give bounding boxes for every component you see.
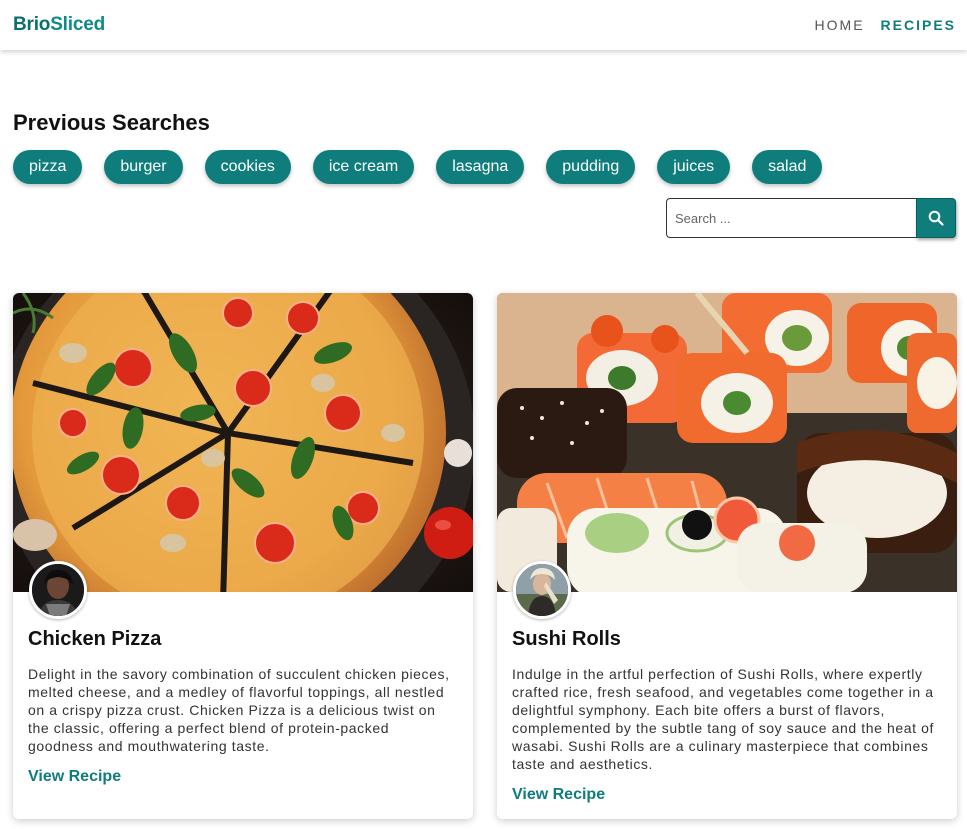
recipe-image-pizza — [13, 293, 473, 592]
recipe-title: Chicken Pizza — [28, 628, 162, 650]
previous-searches-title: Previous Searches — [13, 110, 210, 135]
brand-name-part1: Brio — [13, 14, 51, 35]
recipe-card: Sushi Rolls Indulge in the artful perfec… — [497, 293, 957, 819]
search-chip-salad[interactable]: salad — [752, 150, 823, 184]
recipe-description: Delight in the savory combination of suc… — [28, 666, 450, 754]
search-chip-burger[interactable]: burger — [104, 150, 183, 184]
brand-logo[interactable]: BrioSliced — [13, 14, 105, 36]
recipe-card: Chicken Pizza Delight in the savory comb… — [13, 293, 473, 819]
author-avatar[interactable] — [29, 561, 87, 619]
recipe-title: Sushi Rolls — [512, 628, 621, 650]
author-avatar[interactable] — [513, 561, 571, 619]
recipe-card-body: Chicken Pizza Delight in the savory comb… — [13, 592, 473, 786]
search-bar — [666, 198, 956, 238]
view-recipe-link[interactable]: View Recipe — [28, 768, 121, 786]
search-chip-juices[interactable]: juices — [657, 150, 731, 184]
search-chip-ice-cream[interactable]: ice cream — [312, 150, 415, 184]
search-chip-pizza[interactable]: pizza — [13, 150, 83, 184]
previous-searches-list: pizza burger cookies ice cream lasagna p… — [13, 150, 844, 184]
top-navbar: BrioSliced HOME RECIPES — [0, 0, 967, 50]
view-recipe-link[interactable]: View Recipe — [512, 786, 605, 804]
search-chip-pudding[interactable]: pudding — [546, 150, 636, 184]
search-button[interactable] — [916, 198, 956, 238]
recipe-card-body: Sushi Rolls Indulge in the artful perfec… — [497, 592, 957, 804]
search-input[interactable] — [666, 198, 916, 238]
search-chip-cookies[interactable]: cookies — [204, 150, 291, 184]
nav-recipes-link[interactable]: RECIPES — [881, 17, 956, 33]
search-chip-lasagna[interactable]: lasagna — [436, 150, 525, 184]
nav-home-link[interactable]: HOME — [815, 17, 865, 33]
recipe-description: Indulge in the artful perfection of Sush… — [512, 666, 935, 772]
search-icon — [928, 210, 944, 226]
brand-name-part2: Sliced — [50, 14, 105, 35]
recipe-image-sushi — [497, 293, 957, 592]
main-nav: HOME RECIPES — [815, 17, 956, 33]
